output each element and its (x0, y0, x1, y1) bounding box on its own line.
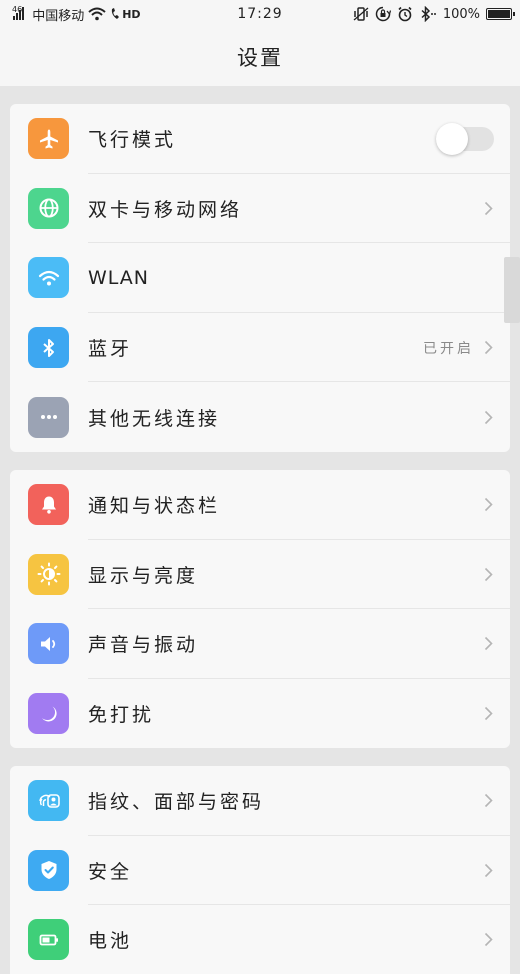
bell-icon (28, 484, 69, 526)
chevron-right-icon (482, 792, 494, 810)
battery-percent: 100% (442, 6, 480, 22)
carrier-name: 中国移动 (32, 8, 85, 24)
row-do-not-disturb[interactable]: 免打扰 (10, 679, 510, 749)
row-airplane-mode[interactable]: 飞行模式 (10, 104, 510, 174)
scrollbar-thumb[interactable] (504, 257, 520, 323)
settings-group-security: 指纹、面部与密码 安全 电池 (10, 766, 510, 974)
airplane-mode-toggle[interactable] (436, 122, 494, 155)
moon-icon (28, 693, 69, 735)
wifi-icon (88, 6, 106, 22)
network-type-text: 46 (12, 4, 23, 14)
fingerprint-face-icon (28, 780, 69, 822)
battery-icon (28, 919, 69, 961)
row-other-wireless[interactable]: 其他无线连接 (10, 382, 510, 452)
title-bar: 设置 (0, 28, 520, 86)
chevron-right-icon (482, 705, 494, 723)
settings-group-display-sound: 通知与状态栏 显示与亮度 声音与振动 免打扰 (10, 470, 510, 749)
row-label: 双卡与移动网络 (88, 198, 243, 221)
page-title: 设置 (237, 46, 283, 70)
row-label: 声音与振动 (88, 634, 199, 657)
chevron-right-icon (482, 496, 494, 514)
row-notifications[interactable]: 通知与状态栏 (10, 470, 510, 540)
chevron-right-icon (482, 635, 494, 653)
row-battery[interactable]: 电池 (10, 905, 510, 974)
airplane-icon (28, 118, 69, 160)
row-dual-sim-network[interactable]: 双卡与移动网络 (10, 174, 510, 244)
chevron-right-icon (482, 861, 494, 879)
status-time: 17:29 (237, 6, 283, 22)
chevron-right-icon (482, 199, 494, 217)
chevron-right-icon (482, 565, 494, 583)
status-bar: 46 中国移动 HD 17:29 100% (0, 0, 520, 28)
row-label: 电池 (88, 930, 133, 953)
bluetooth-icon (28, 327, 69, 369)
row-label: 免打扰 (88, 704, 155, 727)
row-label: 显示与亮度 (88, 564, 199, 587)
rotation-lock-icon (375, 6, 391, 22)
battery-fill (488, 10, 510, 18)
bluetooth-status-value: 已开启 (423, 340, 474, 357)
globe-icon (28, 187, 69, 229)
alarm-icon (397, 6, 413, 22)
row-label: 安全 (88, 860, 133, 883)
row-fingerprint-face-password[interactable]: 指纹、面部与密码 (10, 766, 510, 836)
row-bluetooth[interactable]: 蓝牙 已开启 (10, 313, 510, 383)
more-dots-icon (28, 396, 69, 438)
row-label: 蓝牙 (88, 338, 133, 361)
row-label: 其他无线连接 (88, 407, 221, 430)
row-wlan[interactable]: WLAN (10, 243, 510, 313)
bluetooth-icon (419, 6, 437, 22)
row-display-brightness[interactable]: 显示与亮度 (10, 540, 510, 610)
status-bar-right: 100% (353, 0, 515, 28)
settings-group-connectivity: 飞行模式 双卡与移动网络 WLAN 蓝牙 已开启 其他无线连接 (10, 104, 510, 452)
chevron-right-icon (482, 339, 494, 357)
shield-check-icon (28, 849, 69, 891)
settings-screen: 46 中国移动 HD 17:29 100% 设置 飞行模式 双卡与移动网络 WL… (0, 0, 520, 974)
status-bar-left: 46 中国移动 HD (8, 0, 141, 28)
row-label: 飞行模式 (88, 129, 177, 152)
wifi-icon (28, 257, 69, 299)
speaker-icon (28, 623, 69, 665)
row-label: WLAN (88, 266, 150, 289)
chevron-right-icon (482, 408, 494, 426)
toggle-knob (436, 122, 468, 155)
chevron-right-icon (482, 931, 494, 949)
battery-icon (486, 8, 515, 20)
row-label: 指纹、面部与密码 (88, 791, 265, 814)
row-security[interactable]: 安全 (10, 836, 510, 906)
vibrate-icon (353, 6, 369, 22)
row-sound-vibration[interactable]: 声音与振动 (10, 609, 510, 679)
hd-badge: HD (122, 7, 141, 21)
row-label: 通知与状态栏 (88, 495, 221, 518)
hd-call-icon (110, 6, 122, 22)
brightness-icon (28, 553, 69, 595)
